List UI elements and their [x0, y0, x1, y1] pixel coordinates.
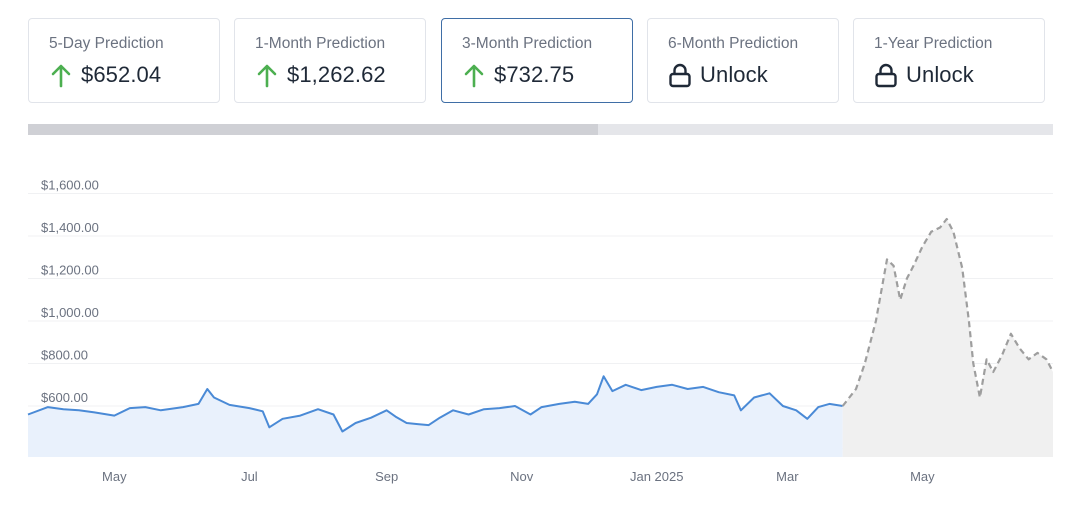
prediction-cards: 5-Day Prediction $652.04 1-Month Predict…	[28, 18, 1047, 105]
x-tick-label: Nov	[510, 469, 534, 484]
y-tick-label: $800.00	[41, 348, 88, 363]
card-value: $1,262.62	[287, 62, 386, 87]
y-tick-label: $1,200.00	[41, 263, 99, 278]
arrow-up-icon	[51, 64, 71, 88]
card-value: $652.04	[81, 62, 162, 87]
card-label: 3-Month Prediction	[462, 35, 593, 52]
x-tick-label: Jul	[241, 469, 258, 484]
prediction-card-1-month[interactable]: 1-Month Prediction $1,262.62	[234, 18, 426, 103]
forecast-area	[842, 219, 1053, 457]
card-value: $732.75	[494, 62, 575, 87]
card-value-row: $732.75	[462, 62, 574, 88]
x-tick-label: May	[910, 469, 935, 484]
x-tick-label: May	[102, 469, 127, 484]
y-tick-label: $1,400.00	[41, 220, 99, 235]
lock-icon	[875, 63, 897, 88]
x-tick-label: Jan 2025	[630, 469, 684, 484]
timeframe-progress-track	[28, 124, 1053, 135]
prediction-card-3-month[interactable]: 3-Month Prediction $732.75	[441, 18, 633, 103]
prediction-card-1-year[interactable]: 1-Year Prediction Unlock	[853, 18, 1045, 103]
card-value-row: $652.04	[49, 62, 161, 88]
y-tick-label: $600.00	[41, 390, 88, 405]
card-value-row: $1,262.62	[255, 62, 386, 88]
x-tick-label: Mar	[776, 469, 799, 484]
card-label: 1-Month Prediction	[255, 35, 386, 52]
timeframe-progress-fill	[28, 124, 598, 135]
card-label: 1-Year Prediction	[874, 35, 993, 52]
price-chart: $400.00$600.00$800.00$1,000.00$1,200.00$…	[27, 178, 1054, 484]
arrow-up-icon	[257, 64, 277, 88]
x-tick-label: Sep	[375, 469, 398, 484]
card-label: 5-Day Prediction	[49, 35, 164, 52]
card-value-row: Unlock	[668, 62, 768, 88]
arrow-up-icon	[464, 64, 484, 88]
card-value: Unlock	[906, 62, 974, 87]
card-value-row: Unlock	[874, 62, 974, 88]
lock-icon	[669, 63, 691, 88]
y-tick-label: $1,000.00	[41, 305, 99, 320]
prediction-card-6-month[interactable]: 6-Month Prediction Unlock	[647, 18, 839, 103]
historical-area	[28, 376, 843, 457]
y-tick-label: $1,600.00	[41, 178, 99, 193]
card-value: Unlock	[700, 62, 768, 87]
prediction-card-5-day[interactable]: 5-Day Prediction $652.04	[28, 18, 220, 103]
card-label: 6-Month Prediction	[668, 35, 799, 52]
